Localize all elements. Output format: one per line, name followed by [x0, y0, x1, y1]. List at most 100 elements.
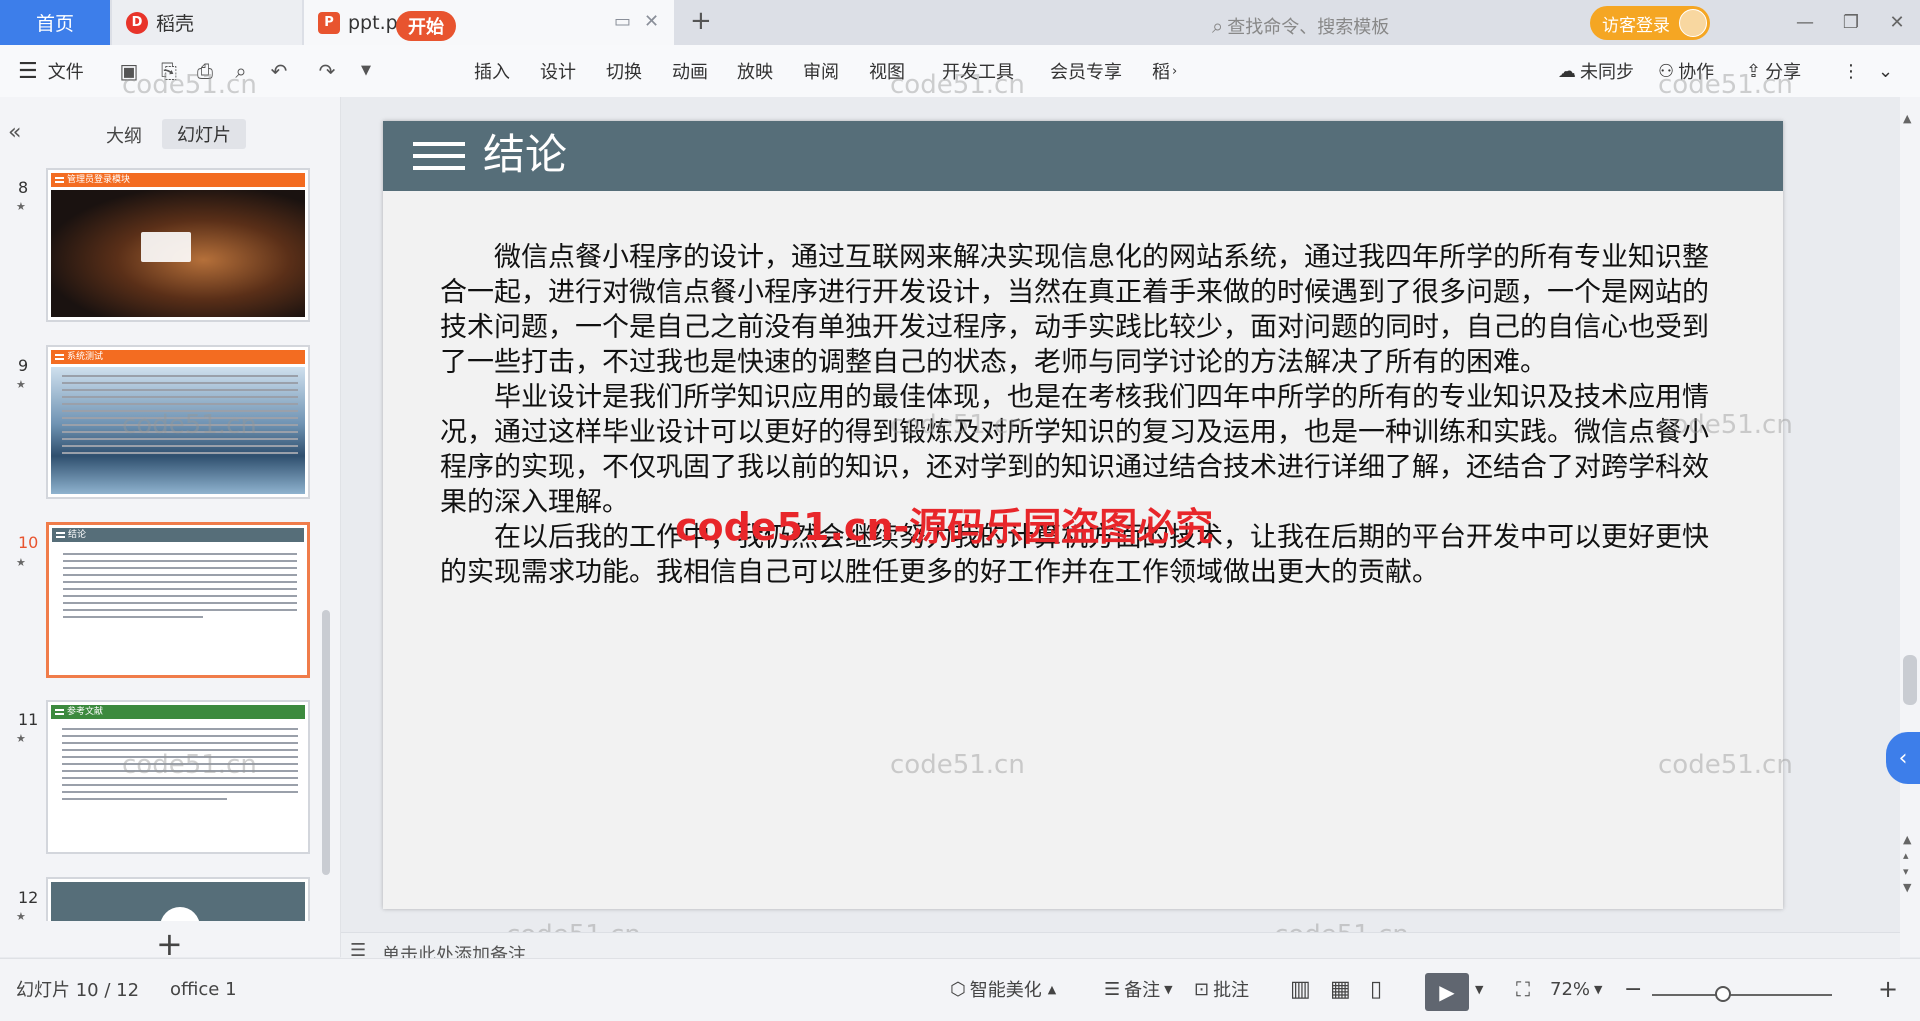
slide-thumbnail-12[interactable]	[46, 877, 310, 921]
slide-number: 9	[18, 356, 29, 375]
collapse-panel-icon[interactable]: «	[8, 120, 21, 145]
chevron-down-icon: ▼	[1164, 982, 1173, 996]
window-controls: — ❐ ✕	[1782, 0, 1920, 45]
animation-star-icon: ★	[16, 378, 26, 391]
watermark: code51.cn	[1658, 750, 1793, 780]
file-menu-button[interactable]: ☰ 文件	[18, 45, 84, 97]
watermark: code51.cn	[890, 750, 1025, 780]
ppt-file-icon: P	[318, 11, 340, 34]
slide-title-bar	[383, 121, 1783, 191]
slide-title[interactable]: 结论	[483, 128, 567, 182]
play-icon: ▶	[1439, 980, 1455, 1004]
zoom-out-button[interactable]: −	[1624, 958, 1642, 1020]
slide-thumbnail-8[interactable]: 管理员登录模块	[46, 168, 310, 322]
thumb-title: 管理员登录模块	[51, 173, 305, 187]
vertical-scrollbar[interactable]	[1900, 97, 1920, 957]
tab-animation[interactable]: 动画	[672, 45, 708, 97]
animation-star-icon: ★	[16, 200, 26, 213]
sync-status[interactable]: ☁ 未同步	[1558, 45, 1634, 97]
tab-member[interactable]: 会员专享	[1050, 45, 1122, 97]
view-slides-label: 幻灯片	[177, 125, 231, 146]
grid-view-icon[interactable]: ▦	[1330, 958, 1351, 1020]
notes-bar[interactable]	[341, 932, 1900, 958]
watermark-banner: code51.cn-源码乐园盗图必究	[675, 505, 1214, 549]
daoke-logo-icon: D	[126, 11, 148, 34]
watermark: code51.cn	[1658, 410, 1793, 440]
paragraph: 微信点餐小程序的设计，通过互联网来解决实现信息化的网站系统，通过我四年所学的所有…	[440, 242, 1709, 378]
minimize-icon[interactable]: —	[1782, 12, 1828, 33]
close-tab-icon[interactable]: ✕	[644, 11, 659, 32]
file-menu-label: 文件	[47, 62, 84, 83]
slide-number: 8	[18, 178, 29, 197]
beautify-button[interactable]: ⬡ 智能美化 ▲	[950, 958, 1056, 1020]
login-form-image	[141, 232, 191, 262]
animation-star-icon: ★	[16, 556, 26, 569]
watermark: code51.cn	[122, 410, 257, 440]
monitor-icon[interactable]: ▭	[614, 11, 631, 32]
chevron-down-icon[interactable]: ▼	[353, 59, 379, 83]
comment-button[interactable]: ⊡ 批注	[1194, 958, 1249, 1020]
redo-icon[interactable]: ↷	[314, 59, 340, 83]
food-image	[51, 190, 305, 317]
notes-icon: ☰	[1104, 978, 1121, 1000]
tab-start[interactable]: 开始	[396, 11, 456, 41]
slide-number: 10	[18, 533, 39, 552]
tab-ppt-file[interactable]: P ppt.pptx ▭ ✕	[304, 0, 674, 45]
animation-star-icon: ★	[16, 732, 26, 745]
menu-lines-icon	[413, 142, 465, 172]
notes-button[interactable]: ☰ 备注 ▼	[1104, 958, 1173, 1020]
theme-name[interactable]: office 1	[170, 958, 237, 1020]
tab-transition[interactable]: 切换	[606, 45, 642, 97]
fit-window-icon[interactable]: ⛶	[1516, 958, 1530, 1020]
chevron-down-icon: ▼	[1594, 982, 1603, 996]
reading-view-icon[interactable]: ▯	[1370, 958, 1382, 1020]
watermark: code51.cn	[122, 70, 257, 100]
tab-slideshow[interactable]: 放映	[737, 45, 773, 97]
slide-number: 11	[18, 710, 39, 729]
sync-label: 未同步	[1580, 62, 1634, 83]
login-label: 访客登录	[1602, 15, 1670, 36]
hamburger-icon: ☰	[18, 58, 38, 84]
tab-design[interactable]: 设计	[540, 45, 576, 97]
scrollbar-thumb[interactable]	[1903, 655, 1917, 705]
slide-number: 12	[18, 888, 39, 907]
zoom-in-button[interactable]: +	[1878, 958, 1898, 1020]
search-icon: ⌕	[1212, 14, 1224, 38]
panel-scrollbar[interactable]	[322, 610, 330, 875]
tab-home[interactable]: 首页	[0, 0, 110, 45]
scroll-up-icon[interactable]: ▲	[1903, 112, 1911, 125]
undo-icon[interactable]: ↶	[266, 59, 292, 83]
play-slideshow-button[interactable]: ▶	[1425, 973, 1469, 1011]
page-nav-icons[interactable]: ▲ ▴ ▾ ▼	[1903, 832, 1911, 896]
tab-insert[interactable]: 插入	[474, 45, 510, 97]
chevron-right-icon[interactable]: ›	[1172, 45, 1177, 97]
slide-thumbnail-10[interactable]: 结论	[46, 522, 310, 678]
login-button[interactable]: 访客登录	[1590, 6, 1710, 40]
beautify-label: 智能美化	[969, 980, 1042, 1001]
tab-daoke-label: 稻壳	[156, 13, 195, 35]
zoom-level[interactable]: 72% ▼	[1550, 958, 1602, 1020]
watermark: code51.cn	[890, 70, 1025, 100]
thumb-title: 系统测试	[51, 350, 305, 364]
restore-icon[interactable]: ❐	[1828, 12, 1874, 33]
watermark: code51.cn	[1658, 70, 1793, 100]
tab-daoke[interactable]: D 稻壳	[112, 0, 302, 45]
view-outline-tab[interactable]: 大纲	[106, 122, 142, 148]
new-tab-button[interactable]: +	[690, 6, 712, 36]
tab-daoke-more[interactable]: 稻	[1152, 45, 1170, 97]
chevron-up-icon: ▲	[1047, 982, 1057, 996]
tab-start-label: 开始	[408, 17, 444, 38]
close-window-icon[interactable]: ✕	[1874, 12, 1920, 33]
zoom-slider-handle[interactable]	[1715, 986, 1731, 1002]
zoom-slider[interactable]	[1652, 994, 1832, 996]
side-panel-toggle[interactable]: ‹	[1886, 732, 1920, 784]
beautify-icon: ⬡	[950, 978, 966, 1000]
chevron-down-icon[interactable]: ▼	[1475, 958, 1483, 1020]
more-icon[interactable]: ⋮	[1842, 45, 1860, 97]
normal-view-icon[interactable]: ▥	[1290, 958, 1311, 1020]
view-slides-tab[interactable]: 幻灯片	[162, 119, 246, 149]
command-search[interactable]: ⌕ 查找命令、搜索模板	[1212, 8, 1542, 44]
tab-review[interactable]: 审阅	[803, 45, 839, 97]
thumb-title: 参考文献	[51, 705, 305, 719]
collapse-ribbon-icon[interactable]: ⌄	[1878, 45, 1893, 97]
